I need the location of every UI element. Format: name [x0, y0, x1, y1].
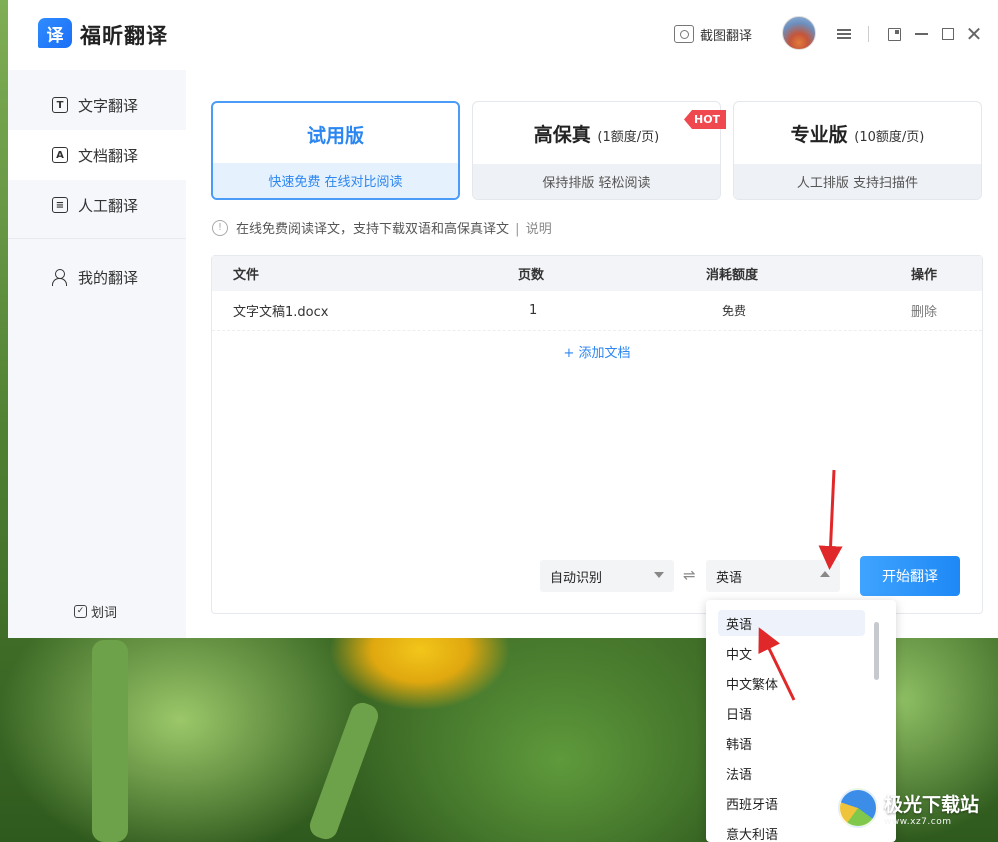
header-pages: 页数 — [518, 268, 545, 283]
sidebar-item-label: 人工翻译 — [78, 196, 139, 215]
pin-window-button[interactable] — [884, 24, 904, 44]
sidebar-divider — [8, 238, 186, 239]
source-language-select[interactable]: 自动识别 — [540, 560, 674, 592]
notice-text: 在线免费阅读译文，支持下载双语和高保真译文 | 说明 — [236, 222, 552, 237]
doc-translate-icon: A — [52, 147, 68, 163]
notice-line: ! 在线免费阅读译文，支持下载双语和高保真译文 | 说明 — [212, 218, 552, 237]
file-pages: 1 — [529, 303, 538, 318]
wallpaper-stem — [92, 640, 128, 842]
language-option[interactable]: 日语 — [718, 700, 865, 726]
plan-title: 试用版 — [306, 125, 364, 147]
source-language-value: 自动识别 — [550, 570, 603, 586]
language-option[interactable]: 法语 — [718, 760, 865, 786]
camera-icon — [674, 25, 694, 43]
language-option[interactable]: 英语 — [718, 610, 865, 636]
table-header: 文件 页数 消耗额度 操作 — [212, 256, 982, 291]
chevron-up-icon — [820, 571, 830, 577]
notice-help-link[interactable]: 说明 — [526, 222, 552, 237]
header-cost: 消耗额度 — [706, 268, 759, 283]
plan-subtitle: 保持排版 轻松阅读 — [473, 164, 720, 199]
watermark-logo — [838, 788, 878, 828]
sidebar: T 文字翻译 A 文档翻译 ≡ 人工翻译 我的翻译 ✓ 划词 — [8, 70, 186, 638]
title-bar: 译 福昕翻译 截图翻译 ✕ — [8, 0, 998, 70]
plan-card-trial[interactable]: 试用版 快速免费 在线对比阅读 — [211, 101, 460, 200]
language-option[interactable]: 中文繁体 — [718, 670, 865, 696]
plan-subtitle: 快速免费 在线对比阅读 — [213, 163, 458, 198]
sidebar-item-text-translate[interactable]: T 文字翻译 — [8, 80, 186, 130]
app-logo: 译 — [38, 18, 72, 48]
header-action: 操作 — [911, 268, 938, 283]
plan-card-professional[interactable]: 专业版 (10额度/页) 人工排版 支持扫描件 — [733, 101, 982, 200]
plan-quota: (1额度/页) — [597, 130, 660, 145]
maximize-button[interactable] — [938, 24, 958, 44]
language-option[interactable]: 中文 — [718, 640, 865, 666]
swap-languages-icon[interactable]: ⇌ — [683, 566, 696, 584]
sidebar-item-label: 文档翻译 — [78, 146, 139, 165]
chevron-down-icon — [654, 572, 664, 578]
plan-subtitle: 人工排版 支持扫描件 — [734, 164, 981, 199]
wallpaper-stem — [306, 699, 382, 842]
checkbox-icon: ✓ — [74, 605, 87, 618]
target-language-value: 英语 — [716, 570, 743, 586]
hot-badge: HOT — [684, 110, 727, 129]
header-file: 文件 — [233, 268, 260, 283]
language-option[interactable]: 韩语 — [718, 730, 865, 756]
watermark: 极光下载站 www.xz7.com — [838, 788, 979, 828]
dropdown-scrollbar[interactable] — [874, 622, 879, 680]
close-button[interactable]: ✕ — [964, 22, 984, 46]
close-icon: ✕ — [965, 22, 983, 46]
target-language-select[interactable]: 英语 — [706, 560, 840, 592]
app-name: 福昕翻译 — [80, 24, 168, 48]
menu-icon[interactable] — [834, 24, 854, 44]
add-document-link[interactable]: + 添加文档 — [212, 342, 982, 361]
text-translate-icon: T — [52, 97, 68, 113]
sidebar-item-human-translate[interactable]: ≡ 人工翻译 — [8, 180, 186, 230]
huaci-label: 划词 — [91, 606, 118, 621]
plan-card-high-fidelity[interactable]: 高保真 (1额度/页) 保持排版 轻松阅读 — [472, 101, 721, 200]
plan-title: 高保真 (1额度/页) — [533, 124, 660, 146]
title-separator — [868, 26, 869, 42]
sidebar-item-doc-translate[interactable]: A 文档翻译 — [8, 130, 186, 180]
sidebar-item-label: 文字翻译 — [78, 96, 139, 115]
minimize-icon — [914, 33, 928, 35]
plan-quota: (10额度/页) — [854, 130, 925, 145]
sidebar-item-label: 我的翻译 — [78, 268, 139, 287]
watermark-sub: www.xz7.com — [884, 816, 952, 827]
file-cost: 免费 — [722, 304, 747, 318]
plan-title: 专业版 (10额度/页) — [790, 124, 925, 146]
pin-icon — [887, 27, 901, 41]
maximize-icon — [942, 28, 954, 40]
delete-link[interactable]: 删除 — [911, 291, 937, 330]
avatar[interactable] — [782, 16, 816, 50]
file-name: 文字文稿1.docx — [233, 305, 329, 320]
screenshot-translate-label: 截图翻译 — [700, 28, 753, 44]
sidebar-item-my-translations[interactable]: 我的翻译 — [8, 252, 186, 302]
watermark-text: 极光下载站 — [884, 793, 980, 816]
start-translate-button[interactable]: 开始翻译 — [860, 556, 960, 596]
info-icon: ! — [212, 219, 228, 236]
minimize-button[interactable] — [911, 24, 931, 44]
screenshot-translate-button[interactable]: 截图翻译 — [674, 22, 752, 46]
huaci-toggle[interactable]: ✓ 划词 — [74, 602, 117, 621]
table-row: 文字文稿1.docx 1 免费 删除 — [212, 291, 982, 331]
user-icon — [52, 269, 68, 286]
human-translate-icon: ≡ — [52, 197, 68, 213]
